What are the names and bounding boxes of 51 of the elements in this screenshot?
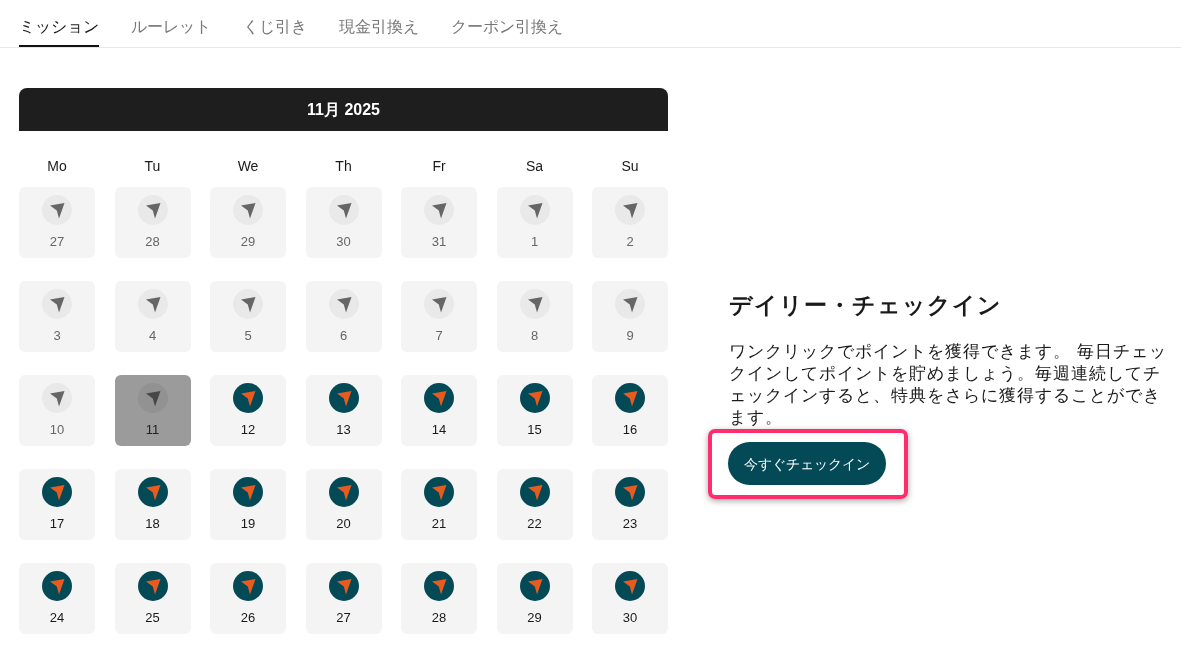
day-number: 19 [240,516,256,532]
weekday-label: Mo [46,157,68,176]
day-number: 24 [49,610,65,626]
day-number: 6 [339,328,348,344]
day-number: 1 [530,234,539,250]
day-number: 8 [530,328,539,344]
day-number: 29 [527,610,542,626]
tab[interactable]: 現金引換え [339,0,419,47]
day-number: 7 [435,328,443,344]
day-number: 22 [527,516,542,532]
section-heading: デイリー・チェックイン [729,291,1003,319]
day-number: 13 [336,422,351,438]
day-number: 9 [626,328,634,344]
day-number: 27 [49,234,65,250]
day-number: 2 [626,234,634,250]
weekday-label: We [236,157,260,176]
day-number: 29 [240,234,256,250]
day-number: 17 [49,516,65,532]
day-number: 16 [622,422,638,438]
day-number: 21 [431,516,447,532]
day-number: 11 [145,422,160,438]
weekday-label: Th [334,157,353,176]
day-number: 26 [240,610,256,626]
day-number: 10 [49,422,65,438]
tab[interactable]: ルーレット [131,0,211,47]
day-number: 14 [431,422,447,438]
checkin-button[interactable]: 今すぐチェックイン [728,442,886,485]
day-number: 23 [622,516,638,532]
day-number: 4 [148,328,157,344]
day-number: 28 [145,234,160,250]
month-title: 11月 2025 [307,99,380,120]
day-number: 25 [145,610,160,626]
day-number: 12 [240,422,256,438]
day-number: 3 [53,328,61,344]
day-number: 18 [145,516,160,532]
tab[interactable]: くじ引き [243,0,307,47]
day-number: 30 [622,610,638,626]
day-number: 28 [431,610,447,626]
day-number: 27 [336,610,351,626]
tab[interactable]: クーポン引換え [451,0,563,47]
day-number: 20 [336,516,351,532]
day-number: 15 [527,422,542,438]
weekday-label: Sa [524,157,545,176]
day-number: 30 [336,234,351,250]
weekday-label: Tu [143,157,162,176]
tab[interactable]: ミッション [19,0,99,47]
day-number: 31 [431,234,447,250]
weekday-label: Su [620,157,640,176]
weekday-label: Fr [431,157,447,176]
day-number: 5 [244,328,252,344]
description-text: ワンクリックでポイントを獲得できます。 毎日チェックインしてポイントを貯めましょう。毎週連続してチェックインすると、特典をさらに獲得することができます。 [729,341,1168,429]
